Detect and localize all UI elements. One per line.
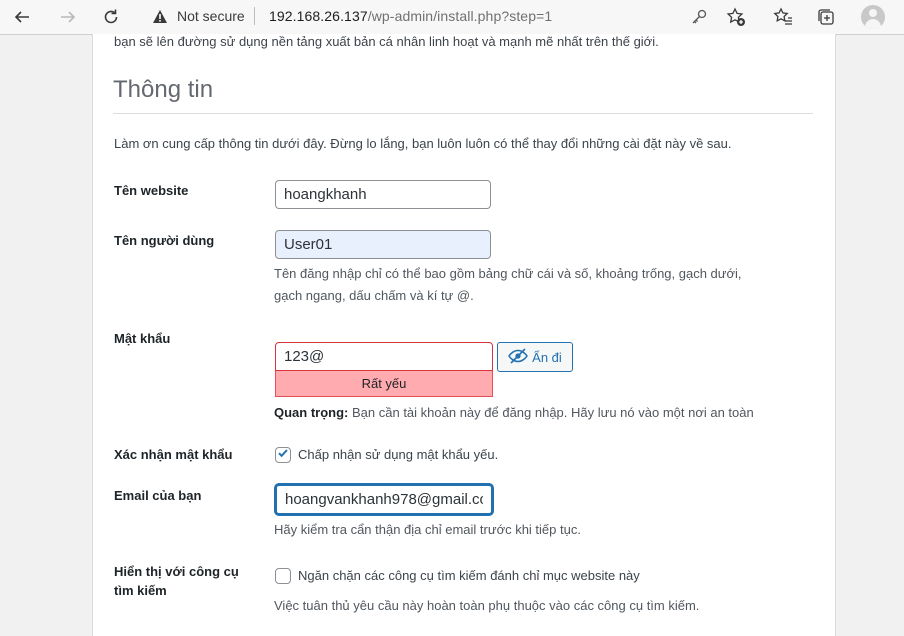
confirm-password-label: Xác nhận mật khẩu [114, 447, 233, 462]
email-label: Email của bạn [114, 488, 202, 503]
search-visibility-hint: Việc tuân thủ yêu cầu này hoàn toàn phụ … [274, 598, 700, 613]
eye-slash-icon [508, 347, 529, 367]
username-input[interactable] [275, 230, 491, 259]
reload-icon[interactable] [99, 5, 123, 29]
search-visibility-label: Hiển thị với công cụ tìm kiếm [114, 562, 239, 600]
password-label: Mật khẩu [114, 331, 171, 346]
password-hint-strong: Quan trọng: [274, 405, 349, 420]
block-search-engines-checkbox[interactable] [275, 568, 291, 584]
url-path: /wp-admin/install.php?step=1 [367, 8, 553, 24]
search-visibility-label-line1: Hiển thị với công cụ [114, 564, 239, 579]
username-hint-line1: Tên đăng nhập chỉ có thể bao gồm bảng ch… [274, 266, 742, 281]
browser-toolbar: Not secure 192.168.26.137/wp-admin/insta… [0, 0, 904, 35]
site-title-label: Tên website [114, 183, 189, 198]
key-icon[interactable] [687, 5, 711, 29]
weak-password-checkbox[interactable] [275, 447, 291, 463]
password-hint: Quan trọng: Bạn cần tài khoản này để đăn… [274, 402, 754, 424]
avatar-head [869, 9, 877, 17]
password-hint-text: Bạn cần tài khoản này để đăng nhập. Hãy … [348, 405, 754, 420]
checkmark-icon [277, 446, 289, 464]
warning-icon[interactable] [152, 9, 168, 29]
email-hint: Hãy kiểm tra cẩn thận địa chỉ email trướ… [274, 522, 581, 537]
hide-password-label: Ẩn đi [532, 349, 562, 365]
email-input[interactable] [275, 484, 493, 515]
back-arrow-icon[interactable] [10, 5, 34, 29]
address-bar[interactable]: Not secure 192.168.26.137/wp-admin/insta… [138, 3, 758, 30]
password-strength-meter: Rất yếu [275, 371, 493, 397]
collections-icon[interactable] [814, 5, 838, 29]
install-card: bạn sẽ lên đường sử dụng nền tảng xuất b… [92, 34, 836, 636]
intro-text: bạn sẽ lên đường sử dụng nền tảng xuất b… [114, 34, 659, 49]
security-status[interactable]: Not secure [177, 8, 245, 24]
profile-avatar[interactable] [861, 5, 885, 29]
avatar-body [865, 19, 881, 29]
username-label: Tên người dùng [114, 233, 215, 248]
hide-password-button[interactable]: Ẩn đi [497, 342, 573, 372]
url-host: 192.168.26.137 [269, 8, 368, 24]
forward-arrow-icon[interactable] [56, 5, 80, 29]
heading-divider [113, 113, 813, 114]
section-description: Làm ơn cung cấp thông tin dưới đây. Đừng… [114, 136, 732, 151]
section-heading: Thông tin [113, 76, 214, 103]
username-hint-line2: gạch ngang, dấu chấm và kí tự @. [274, 288, 474, 303]
site-title-input[interactable] [275, 180, 491, 209]
address-divider [254, 7, 255, 25]
block-search-engines-label[interactable]: Ngăn chặn các công cụ tìm kiếm đánh chỉ … [298, 568, 640, 583]
favorites-icon[interactable] [771, 5, 795, 29]
url-text[interactable]: 192.168.26.137/wp-admin/install.php?step… [269, 8, 552, 24]
weak-password-checkbox-label[interactable]: Chấp nhận sử dụng mật khẩu yếu. [298, 447, 498, 462]
password-input[interactable] [275, 342, 493, 371]
search-visibility-label-line2: tìm kiếm [114, 583, 167, 598]
favorite-add-icon[interactable] [724, 5, 748, 29]
